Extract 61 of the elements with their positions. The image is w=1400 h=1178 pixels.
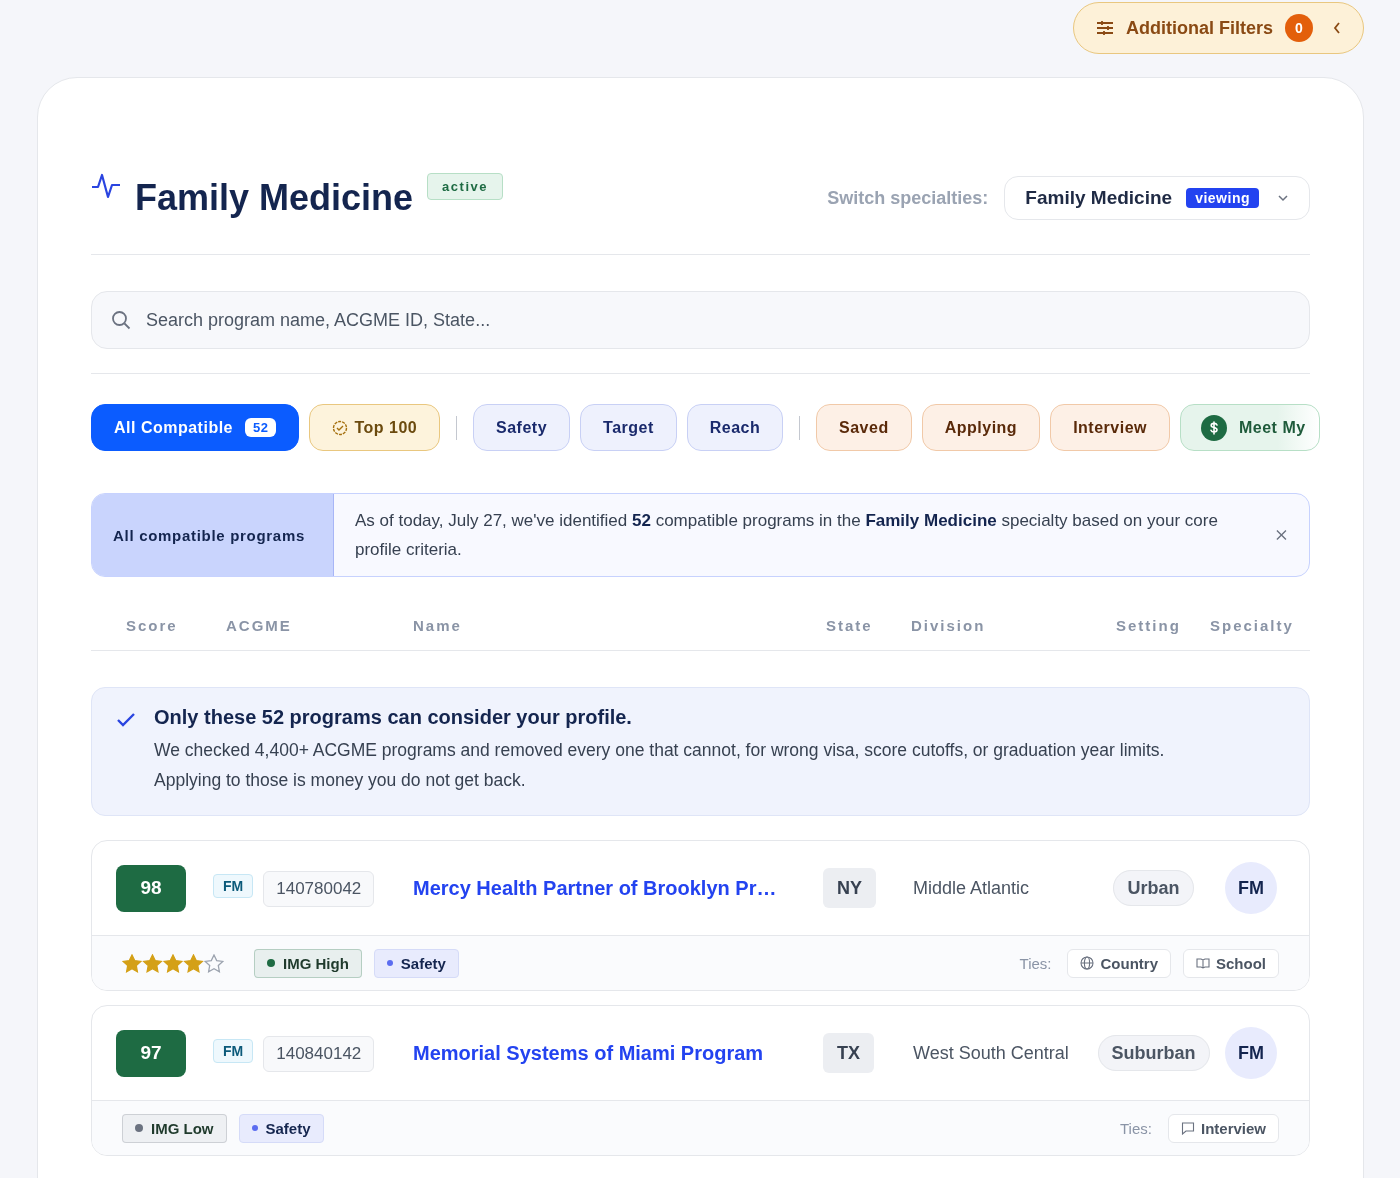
acgme-id: 140840142 [263, 1036, 375, 1072]
state-tag: TX [823, 1032, 874, 1073]
filter-chip[interactable]: Applying [921, 404, 1041, 451]
search-icon [111, 310, 131, 330]
division-text: West South Central [913, 1042, 1069, 1063]
program-name-link[interactable]: Mercy Health Partner of Brooklyn Pr… [413, 876, 777, 899]
specialty-dropdown[interactable]: Family Medicine viewing [1004, 176, 1310, 220]
status-badge: active [427, 173, 503, 200]
notice-text: We checked 4,400+ ACGME programs and removed every one that cannot, for wrong visa, score cutoffs, or graduation year limits. Applying to those is money you do not get back. [154, 739, 1166, 792]
tag: Safety [373, 948, 459, 978]
state-tag: NY [823, 867, 876, 908]
ties-label: Ties: [1120, 1119, 1152, 1137]
filter-chip[interactable]: Meet My [1180, 404, 1320, 451]
chevron-down-icon [1277, 194, 1289, 202]
filter-chip[interactable]: Saved [816, 404, 912, 451]
chevron-left-icon [1333, 22, 1341, 34]
banner-label: All compatible programs [113, 526, 305, 544]
program-card[interactable]: 98 FM 140780042 Mercy Health Partner of Brooklyn Pr… NY Middle Atlantic Urban FM IMG High Safety Ties: Country School [91, 840, 1310, 991]
tie-chip: Interview [1167, 1113, 1279, 1143]
setting-tag: Urban [1113, 869, 1194, 906]
code-tag: FM [213, 874, 254, 898]
banner-text: As of today, July 27, we've identified 52 compatible programs in the Family Medicine specialty based on your core profile criteria. [355, 510, 1219, 561]
search-field[interactable]: Search program name, ACGME ID, State... [91, 291, 1310, 349]
close-icon[interactable] [1276, 529, 1287, 541]
badge-check-icon [332, 419, 349, 436]
specialty-avatar: FM [1225, 862, 1277, 914]
globe-icon [1080, 956, 1095, 970]
score-badge: 97 [116, 1029, 186, 1077]
count-badge: 52 [245, 418, 277, 437]
tag: Safety [238, 1113, 324, 1143]
score-badge: 98 [116, 864, 186, 912]
chat-icon [1180, 1121, 1195, 1135]
check-icon [116, 712, 136, 728]
switch-label: Switch specialties: [827, 187, 989, 209]
program-name-link[interactable]: Memorial Systems of Miami Program [413, 1041, 764, 1064]
code-tag: FM [213, 1039, 254, 1063]
notice-title: Only these 52 programs can consider your profile. [154, 706, 633, 729]
filter-chip[interactable]: Top 100 [309, 404, 441, 451]
ties-label: Ties: [1019, 954, 1052, 972]
book-icon [1196, 956, 1210, 970]
tag: IMG Low [122, 1113, 227, 1143]
filter-chip[interactable]: Safety [473, 404, 571, 451]
additional-filters-button[interactable]: Additional Filters 0 [1073, 2, 1364, 54]
filter-chip[interactable]: Reach [686, 404, 784, 451]
setting-tag: Suburban [1097, 1034, 1210, 1071]
dollar-icon [1201, 414, 1227, 441]
page-title: Family Medicine [135, 177, 414, 219]
filter-chip[interactable]: All Compatible 52 [91, 404, 300, 451]
pulse-icon [91, 171, 121, 201]
viewing-badge: viewing [1186, 188, 1259, 208]
count-badge: 0 [1285, 14, 1313, 42]
acgme-id: 140780042 [263, 871, 375, 907]
program-card[interactable]: 97 FM 140840142 Memorial Systems of Miami Program TX West South Central Suburban FM IMG Low Safety Ties: Interview [91, 1005, 1310, 1156]
tie-chip: School [1183, 948, 1279, 978]
filter-chip[interactable]: Target [580, 404, 677, 451]
filter-chip[interactable]: Interview [1050, 404, 1170, 451]
division-text: Middle Atlantic [913, 877, 1030, 898]
specialty-avatar: FM [1225, 1027, 1277, 1079]
tie-chip: Country [1067, 948, 1171, 978]
tag: IMG High [254, 948, 362, 978]
sliders-icon [1096, 20, 1114, 36]
